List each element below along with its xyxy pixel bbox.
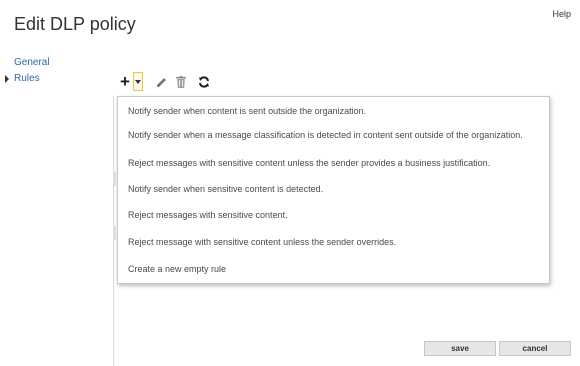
add-icon[interactable]: + [118,72,132,92]
page-title: Edit DLP policy [14,14,136,34]
cancel-button[interactable]: cancel [499,341,571,356]
trash-icon [176,76,186,88]
menu-item[interactable]: Notify sender when a message classificat… [128,130,523,140]
refresh-button[interactable] [197,72,211,92]
menu-item[interactable]: Reject messages with sensitive content u… [128,158,490,168]
menu-item-create-empty-rule[interactable]: Create a new empty rule [128,264,226,274]
sidebar-nav: General Rules [0,55,110,87]
add-dropdown-button[interactable] [133,72,143,91]
menu-item[interactable]: Notify sender when sensitive content is … [128,184,323,194]
menu-item[interactable]: Reject messages with sensitive content. [128,210,288,220]
selected-arrow-icon [5,75,9,83]
refresh-icon [199,76,209,88]
sidebar-item-label: Rules [14,73,40,84]
menu-item[interactable]: Reject message with sensitive content un… [128,237,396,247]
sidebar-item-rules[interactable]: Rules [0,71,110,87]
sidebar-item-label: General [14,57,50,68]
delete-button[interactable] [174,72,188,92]
sidebar-item-general[interactable]: General [0,55,110,71]
pencil-icon [156,77,166,87]
edit-button[interactable] [154,72,168,92]
menu-item[interactable]: Notify sender when content is sent outsi… [128,106,366,116]
new-rule-dropdown-menu: Notify sender when content is sent outsi… [117,96,550,284]
list-edge-marker [113,172,116,186]
dropdown-arrow-icon [135,79,141,84]
save-button[interactable]: save [424,341,496,356]
help-link[interactable]: Help [552,9,571,19]
list-edge-marker [113,226,116,240]
